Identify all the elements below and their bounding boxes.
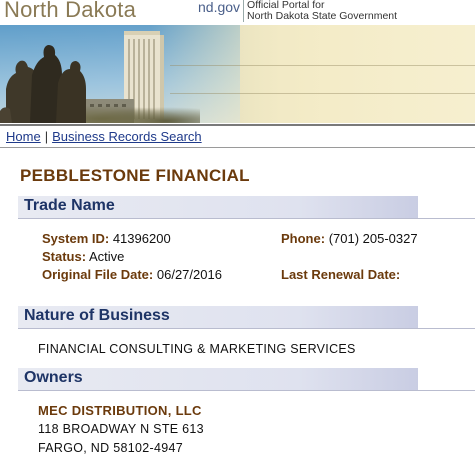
phone-label: Phone: <box>281 231 326 246</box>
home-link[interactable]: Home <box>6 129 41 144</box>
trade-name-heading: Trade Name <box>24 197 115 214</box>
banner-rule <box>170 65 475 66</box>
original-file-date-label: Original File Date: <box>42 267 154 282</box>
nature-of-business-section-header: Nature of Business <box>18 306 418 328</box>
phone-value: (701) 205-0327 <box>328 231 418 246</box>
owner-address-line2: FARGO, ND 58102-4947 <box>38 441 183 455</box>
business-name-title: PEBBLESTONE FINANCIAL <box>20 166 250 185</box>
nature-of-business-heading: Nature of Business <box>24 307 170 324</box>
portal-divider <box>243 0 245 22</box>
original-file-date-field: Original File Date: 06/27/2016 <box>42 267 222 282</box>
breadcrumb: Home | Business Records Search <box>6 129 202 144</box>
system-id-field: System ID: 41396200 <box>42 231 171 246</box>
banner-rule <box>170 93 475 94</box>
owners-section-header: Owners <box>18 368 418 390</box>
status-label: Status: <box>42 249 87 264</box>
trade-name-section-header: Trade Name <box>18 196 418 218</box>
nd-gov-portal-badge[interactable]: nd.gov Official Portal for North Dakota … <box>198 0 397 22</box>
phone-field: Phone: (701) 205-0327 <box>281 231 418 246</box>
portal-caption: Official Portal for North Dakota State G… <box>247 0 397 22</box>
system-id-value: 41396200 <box>112 231 171 246</box>
pioneer-statue-icon <box>0 45 86 123</box>
state-name-logo[interactable]: North Dakota <box>4 0 136 23</box>
section-rule <box>18 328 475 329</box>
section-rule <box>18 218 475 219</box>
section-rule <box>18 390 475 391</box>
site-header: North Dakota nd.gov Official Portal for … <box>0 0 475 24</box>
nd-gov-logo[interactable]: nd.gov <box>198 0 240 15</box>
owner-name: MEC DISTRIBUTION, LLC <box>38 403 202 418</box>
header-banner-image <box>0 25 475 123</box>
last-renewal-date-field: Last Renewal Date: <box>281 267 400 282</box>
status-value: Active <box>88 249 125 264</box>
nav-bottom-rule <box>0 147 475 148</box>
last-renewal-date-label: Last Renewal Date: <box>281 267 401 282</box>
original-file-date-value: 06/27/2016 <box>156 267 222 282</box>
breadcrumb-separator: | <box>44 129 49 144</box>
status-field: Status: Active <box>42 249 124 264</box>
portal-caption-line2: North Dakota State Government <box>247 10 398 22</box>
owners-heading: Owners <box>24 369 83 386</box>
nav-top-rule <box>0 124 475 126</box>
system-id-label: System ID: <box>42 231 110 246</box>
business-records-search-link[interactable]: Business Records Search <box>52 129 202 144</box>
owner-address-line1: 118 BROADWAY N STE 613 <box>38 422 204 436</box>
nature-of-business-description: FINANCIAL CONSULTING & MARKETING SERVICE… <box>38 342 356 356</box>
